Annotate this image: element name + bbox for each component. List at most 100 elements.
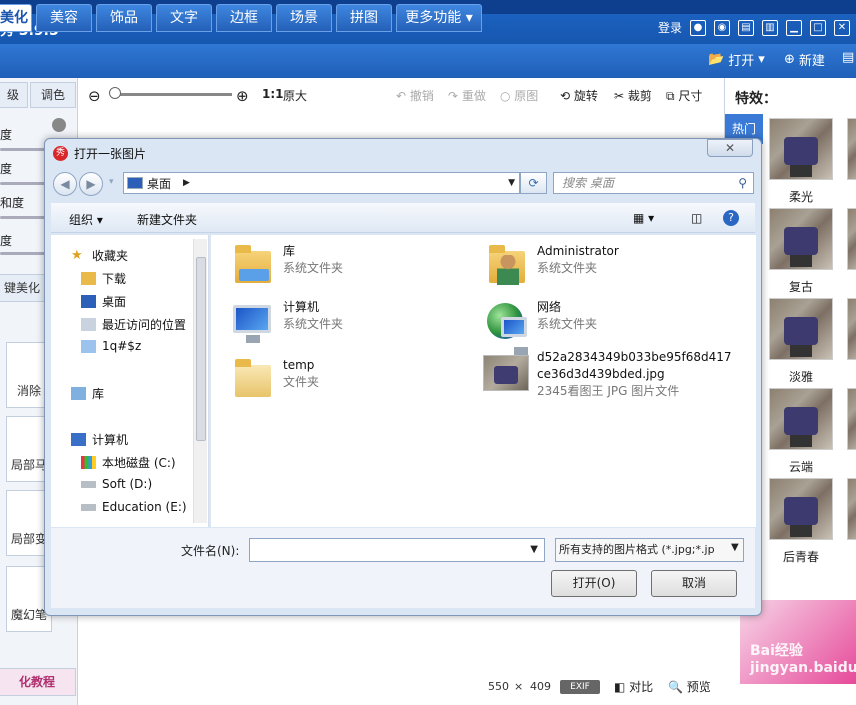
zoom-slider-handle[interactable] — [109, 87, 121, 99]
original-size-button[interactable]: 原大 — [283, 87, 307, 104]
advanced-button[interactable]: 级 — [0, 82, 28, 108]
exif-button[interactable]: EXIF — [560, 680, 600, 694]
undo-label: 撤销 — [409, 89, 434, 103]
weibo-icon[interactable]: ◉ — [714, 19, 730, 36]
address-bar[interactable]: 桌面 ▶ ▼ — [123, 172, 520, 194]
tab-accessories[interactable]: 饰品 — [96, 4, 152, 32]
crop-button[interactable]: ✂ 裁剪 — [614, 87, 652, 104]
open-label: 打开 — [728, 54, 755, 69]
nav-disk-d[interactable]: Soft (D:) — [81, 477, 152, 491]
help-icon[interactable]: ? — [723, 210, 739, 226]
preview-pane-icon[interactable]: ◫ — [691, 211, 702, 225]
one-click-beautify-button[interactable]: 键美化 — [0, 274, 46, 302]
effect-thumb[interactable] — [847, 478, 856, 540]
chevron-down-icon[interactable]: ▼ — [530, 544, 538, 555]
new-folder-button[interactable]: 新建文件夹 — [137, 211, 197, 228]
preview-button[interactable]: 🔍 预览 — [668, 678, 711, 695]
effect-thumb[interactable] — [847, 388, 856, 450]
back-icon[interactable]: ◀ — [53, 172, 77, 196]
effect-thumb-soft-light[interactable] — [769, 118, 833, 180]
resize-button[interactable]: ⧉ 尺寸 — [666, 87, 702, 104]
minimize-icon[interactable]: ▁ — [786, 19, 802, 36]
refresh-icon[interactable]: ⟳ — [520, 172, 547, 194]
crop-label: 裁剪 — [627, 89, 652, 103]
tab-beautify[interactable]: 美化 — [0, 4, 32, 32]
effect-thumb-cloud[interactable] — [769, 388, 833, 450]
maximize-icon[interactable]: □ — [810, 19, 826, 36]
redo-button[interactable]: ↷ 重做 — [448, 87, 486, 104]
skin-icon[interactable]: ▤ — [738, 19, 754, 36]
nav-disk-e[interactable]: Education (E:) — [81, 500, 187, 514]
filename-input[interactable]: ▼ — [249, 538, 545, 562]
organize-label: 组织 — [69, 213, 94, 227]
effects-title: 特效： — [735, 91, 777, 107]
filetype-select[interactable]: 所有支持的图片格式 (*.jpg;*.jp — [555, 538, 744, 562]
zoom-in-icon[interactable]: ⊕ — [236, 87, 249, 105]
zoom-ratio[interactable]: 1:1 — [262, 87, 284, 101]
nav-favorites[interactable]: ★ 收藏夹 — [71, 247, 128, 264]
history-dropdown-icon[interactable]: ▾ — [109, 177, 114, 187]
dialog-close-button[interactable]: ✕ — [707, 139, 753, 157]
tab-collage[interactable]: 拼图 — [336, 4, 392, 32]
sharpness-label: 度 — [0, 234, 13, 248]
dimension-separator: × — [514, 680, 524, 693]
tutorial-button[interactable]: 化教程 — [0, 668, 76, 696]
login-link[interactable]: 登录 — [658, 19, 682, 36]
new-button[interactable]: ⊕ 新建 — [784, 50, 825, 69]
tab-text[interactable]: 文字 — [156, 4, 212, 32]
zoom-slider[interactable] — [112, 93, 232, 96]
open-button[interactable]: 打开(O) — [551, 570, 637, 597]
nav-recent[interactable]: 最近访问的位置 — [81, 316, 186, 333]
address-dropdown-icon[interactable]: ▼ — [508, 178, 515, 188]
file-item-jpg[interactable]: d52a2834349b033be95f68d417 ce36d3d439bded… — [483, 349, 732, 400]
tab-scene[interactable]: 场景 — [276, 4, 332, 32]
undo-button[interactable]: ↶ 撤销 — [396, 87, 434, 104]
effect-thumb-youth[interactable] — [769, 478, 833, 540]
plus-icon: ⊕ — [784, 52, 795, 67]
tab-more-label: 更多功能 — [405, 10, 462, 26]
zoom-out-icon[interactable]: ⊖ — [88, 87, 101, 105]
file-item-network[interactable]: 网络 系统文件夹 — [483, 299, 597, 355]
forward-icon[interactable]: ▶ — [79, 172, 103, 196]
effect-thumb[interactable] — [847, 118, 856, 180]
chevron-down-icon[interactable]: ▼ — [731, 542, 739, 553]
breadcrumb-arrow-icon[interactable]: ▶ — [183, 178, 190, 188]
menu-icon[interactable]: ▥ — [762, 19, 778, 36]
nav-scrollbar[interactable] — [193, 239, 207, 523]
compare-label: 对比 — [629, 680, 654, 694]
file-item-temp[interactable]: temp 文件夹 — [229, 357, 319, 403]
nav-downloads[interactable]: 下载 — [81, 270, 126, 287]
file-item-administrator[interactable]: Administrator 系统文件夹 — [483, 243, 619, 289]
search-input[interactable]: 搜索 桌面 ⚲ — [553, 172, 754, 194]
tab-border[interactable]: 边框 — [216, 4, 272, 32]
nav-desktop[interactable]: 桌面 — [81, 293, 126, 310]
nav-libraries[interactable]: 库 — [71, 385, 104, 402]
nav-disk-c[interactable]: 本地磁盘 (C:) — [81, 454, 176, 471]
dialog-command-bar: 组织 ▾ 新建文件夹 ▦ ▾ ◫ ? — [51, 203, 755, 233]
image-thumbnail-icon — [483, 349, 529, 395]
qq-icon[interactable]: ● — [690, 19, 706, 36]
close-icon[interactable]: ✕ — [834, 19, 850, 36]
reset-icon[interactable] — [52, 118, 66, 132]
effect-thumb[interactable] — [847, 208, 856, 270]
rotate-button[interactable]: ⟲ 旋转 — [560, 87, 598, 104]
file-item-libraries[interactable]: 库系统文件夹 — [229, 243, 343, 289]
view-options-icon[interactable]: ▦ ▾ — [633, 211, 654, 225]
original-button[interactable]: ○ 原图 — [500, 87, 538, 104]
compare-button[interactable]: ◧ 对比 — [614, 678, 653, 695]
file-type: 系统文件夹 — [537, 261, 598, 275]
scrollbar-thumb[interactable] — [196, 257, 206, 441]
tab-more[interactable]: 更多功能 ▾ — [396, 4, 482, 32]
nav-computer[interactable]: 计算机 — [71, 431, 128, 448]
more-menu-icon[interactable]: ▤ — [842, 50, 854, 65]
nav-custom-link[interactable]: 1q#$z — [81, 339, 141, 353]
tab-makeup[interactable]: 美容 — [36, 4, 92, 32]
color-button[interactable]: 调色 — [30, 82, 76, 108]
organize-button[interactable]: 组织 ▾ — [69, 211, 103, 228]
file-item-computer[interactable]: 计算机 系统文件夹 — [229, 299, 343, 345]
open-menu[interactable]: 📂 打开 ▾ — [708, 50, 765, 69]
effect-thumb-retro[interactable] — [769, 208, 833, 270]
cancel-button[interactable]: 取消 — [651, 570, 737, 597]
effect-thumb-elegant[interactable] — [769, 298, 833, 360]
effect-thumb[interactable] — [847, 298, 856, 360]
